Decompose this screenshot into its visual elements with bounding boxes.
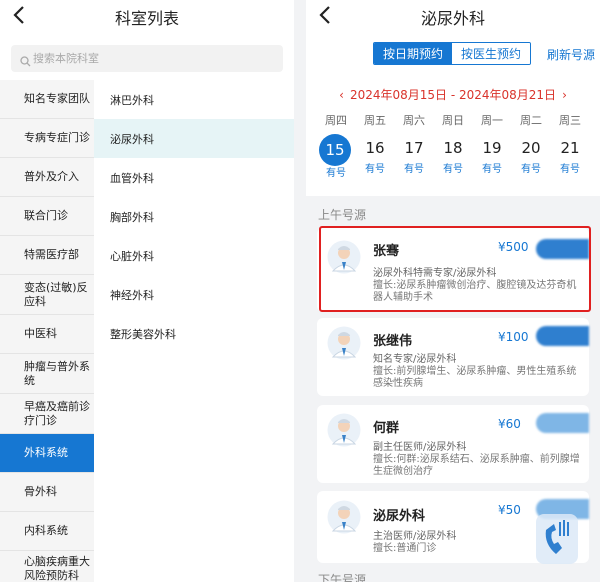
subdepartment-item[interactable]: 胸部外科 xyxy=(94,197,294,236)
day-cell[interactable]: 周三 21 有号 xyxy=(552,114,588,176)
next-week-icon[interactable]: › xyxy=(562,88,567,102)
tab-by-doctor[interactable]: 按医生预约 xyxy=(452,43,530,64)
doctor-fee: ¥50 xyxy=(498,503,521,517)
doctor-title: 副主任医师/泌尿外科 xyxy=(373,442,467,453)
refresh-slots-button[interactable]: 刷新号源 xyxy=(547,46,595,63)
doctor-expertise: 擅长:何群:泌尿系结石、泌尿系肿瘤、前列腺增生症微创治疗 xyxy=(373,454,580,477)
service-float-icon[interactable] xyxy=(532,510,582,568)
subdepartment-item[interactable]: 神经外科 xyxy=(94,275,294,314)
date-range-label: 2024年08月15日 - 2024年08月21日 xyxy=(349,88,557,102)
schedule-header: 泌尿外科 按日期预约 按医生预约 刷新号源 ‹ 2024年08月15日 - 20… xyxy=(306,0,600,196)
doctor-title: 主治医师/泌尿外科 xyxy=(373,531,457,542)
doctor-avatar-icon xyxy=(327,500,361,534)
doctor-card[interactable]: 张继伟 ¥100 知名专家/泌尿外科 擅长:前列腺增生、泌尿系肿瘤、男性生殖系统… xyxy=(317,318,589,396)
day-cell-selected[interactable]: 周四 15 有号 xyxy=(318,114,354,180)
book-button-blurred[interactable] xyxy=(536,413,589,433)
afternoon-section-label: 下午号源 xyxy=(318,573,367,582)
doctor-name: 何群 xyxy=(373,421,400,436)
category-item[interactable]: 联合门诊 xyxy=(0,197,94,236)
category-item[interactable]: 早癌及癌前诊疗门诊 xyxy=(0,394,94,434)
doctor-card[interactable]: 何群 ¥60 副主任医师/泌尿外科 擅长:何群:泌尿系结石、泌尿系肿瘤、前列腺增… xyxy=(317,405,589,483)
category-item[interactable]: 肿瘤与普外系统 xyxy=(0,354,94,394)
doctor-avatar-icon xyxy=(327,413,361,447)
doctor-title: 知名专家/泌尿外科 xyxy=(373,354,457,365)
previous-week-icon[interactable]: ‹ xyxy=(339,88,344,102)
day-cell[interactable]: 周六 17 有号 xyxy=(396,114,432,176)
booking-mode-toggle: 按日期预约 按医生预约 xyxy=(373,42,531,65)
department-search-box[interactable] xyxy=(11,45,283,72)
day-cell[interactable]: 周一 19 有号 xyxy=(474,114,510,176)
subdepartment-item[interactable]: 心脏外科 xyxy=(94,236,294,275)
subdepartment-item-active[interactable]: 泌尿外科 xyxy=(94,119,294,158)
doctor-fee: ¥60 xyxy=(498,417,521,431)
date-range-bar: ‹ 2024年08月15日 - 2024年08月21日 › xyxy=(306,86,600,103)
highlight-frame xyxy=(319,226,591,312)
subdepartment-list: 淋巴外科 泌尿外科 血管外科 胸部外科 心脏外科 神经外科 整形美容外科 xyxy=(94,80,294,353)
left-header: 科室列表 xyxy=(0,0,294,34)
doctor-expertise: 擅长:前列腺增生、泌尿系肿瘤、男性生殖系统感染性疾病 xyxy=(373,366,577,389)
page-title: 泌尿外科 xyxy=(420,9,485,28)
subdepartment-item[interactable]: 整形美容外科 xyxy=(94,314,294,353)
screen: 科室列表 知名专家团队 专病专症门诊 普外及介入 联合门诊 特需医疗部 变态(过… xyxy=(0,0,600,582)
search-input[interactable] xyxy=(33,45,273,72)
category-item[interactable]: 骨外科 xyxy=(0,473,94,512)
subdepartment-item[interactable]: 淋巴外科 xyxy=(94,80,294,119)
category-item[interactable]: 中医科 xyxy=(0,315,94,354)
week-day-strip: 周四 15 有号 周五 16 有号 周六 17 有号 周日 18 有号 周一 1… xyxy=(306,114,600,184)
day-cell[interactable]: 周五 16 有号 xyxy=(357,114,393,176)
doctor-name: 泌尿外科 xyxy=(373,509,426,524)
category-item[interactable]: 专病专症门诊 xyxy=(0,119,94,158)
category-list: 知名专家团队 专病专症门诊 普外及介入 联合门诊 特需医疗部 变态(过敏)反应科… xyxy=(0,80,94,582)
day-cell[interactable]: 周二 20 有号 xyxy=(513,114,549,176)
doctor-fee: ¥100 xyxy=(498,330,529,344)
tab-by-date[interactable]: 按日期预约 xyxy=(374,43,452,64)
search-icon xyxy=(20,52,31,71)
category-item[interactable]: 知名专家团队 xyxy=(0,80,94,119)
category-item[interactable]: 变态(过敏)反应科 xyxy=(0,275,94,315)
category-item-active[interactable]: 外科系统 xyxy=(0,434,94,473)
category-item[interactable]: 特需医疗部 xyxy=(0,236,94,275)
doctor-name: 张继伟 xyxy=(373,334,413,349)
page-title: 科室列表 xyxy=(114,9,179,28)
day-cell[interactable]: 周日 18 有号 xyxy=(435,114,471,176)
morning-section-label: 上午号源 xyxy=(318,208,367,222)
doctor-avatar-icon xyxy=(327,326,361,360)
category-item[interactable]: 心脑疾病重大风险预防科 xyxy=(0,551,94,582)
department-list-panel: 科室列表 知名专家团队 专病专症门诊 普外及介入 联合门诊 特需医疗部 变态(过… xyxy=(0,0,294,582)
book-button-blurred[interactable] xyxy=(536,326,589,346)
subdepartment-item[interactable]: 血管外科 xyxy=(94,158,294,197)
category-item[interactable]: 内科系统 xyxy=(0,512,94,551)
category-item[interactable]: 普外及介入 xyxy=(0,158,94,197)
